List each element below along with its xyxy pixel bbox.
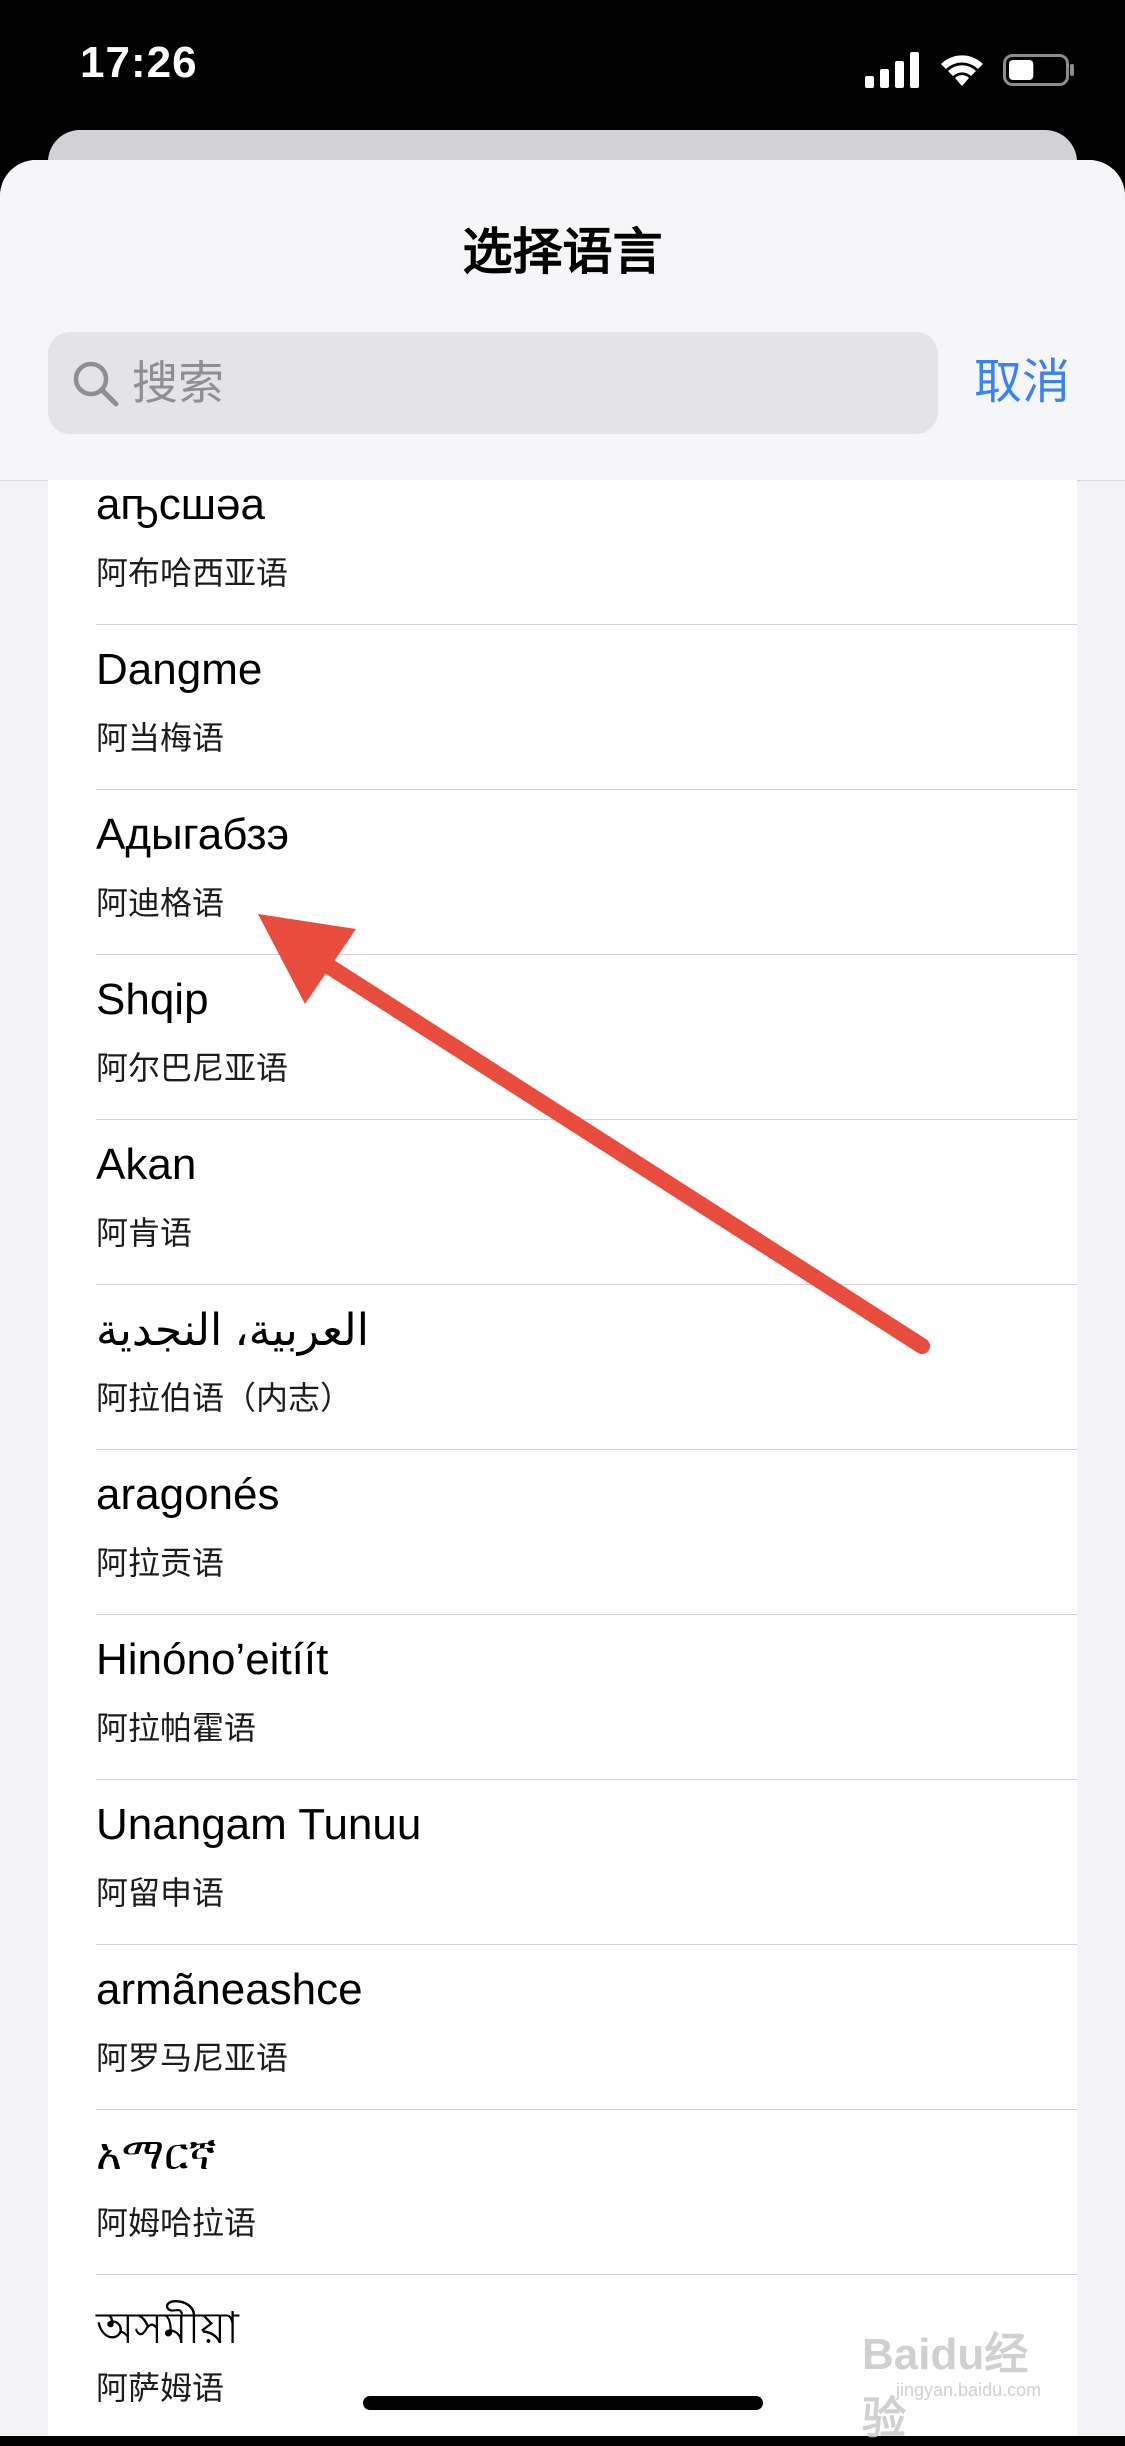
language-chinese-name: 阿当梅语	[96, 720, 225, 756]
status-bar: 17:26	[0, 0, 1125, 140]
language-row[interactable]: Dangme 阿当梅语	[48, 625, 1077, 790]
language-chinese-name: 阿拉伯语（内志）	[96, 1380, 353, 1416]
battery-icon	[1003, 54, 1074, 86]
language-native-name: armãneashce	[96, 1965, 363, 2014]
search-input[interactable]	[132, 332, 922, 434]
language-native-name: Dangme	[96, 645, 263, 694]
watermark-sub: jingyan.baidu.com	[896, 2380, 1042, 2400]
language-picker-sheet: 选择语言 取消 aҧсшәа 阿布哈西亚语 Dangme 阿当梅语 Адыгабзэ 阿迪…	[0, 160, 1125, 2436]
language-row[interactable]: Адыгабзэ 阿迪格语	[48, 790, 1077, 955]
sheet-header: 选择语言 取消	[0, 160, 1125, 481]
language-chinese-name: 阿肯语	[96, 1215, 193, 1251]
search-icon	[73, 361, 119, 407]
language-chinese-name: 阿拉贡语	[96, 1545, 225, 1581]
language-native-name: aҧсшәа	[96, 480, 265, 529]
language-native-name: Unangam Tunuu	[96, 1800, 422, 1849]
language-row[interactable]: aragonés 阿拉贡语	[48, 1450, 1077, 1615]
language-native-name: العربية، النجدية	[96, 1306, 369, 1355]
language-row[interactable]: Hinóno’eitíít 阿拉帕霍语	[48, 1615, 1077, 1780]
battery-level-fill	[1009, 60, 1034, 80]
language-row[interactable]: Shqip 阿尔巴尼亚语	[48, 955, 1077, 1120]
language-native-name: অসমীয়া	[96, 2304, 239, 2353]
language-row[interactable]: العربية، النجدية 阿拉伯语（内志）	[48, 1285, 1077, 1450]
language-native-name: Hinóno’eitíít	[96, 1635, 329, 1684]
status-time: 17:26	[80, 38, 198, 87]
language-native-name: aragonés	[96, 1470, 280, 1519]
language-chinese-name: 阿拉帕霍语	[96, 1710, 257, 1746]
language-row[interactable]: armãneashce 阿罗马尼亚语	[48, 1945, 1077, 2110]
home-indicator	[363, 2396, 763, 2410]
language-chinese-name: 阿迪格语	[96, 885, 225, 921]
language-chinese-name: 阿萨姆语	[96, 2370, 225, 2406]
language-chinese-name: 阿布哈西亚语	[96, 555, 289, 591]
language-list[interactable]: aҧсшәа 阿布哈西亚语 Dangme 阿当梅语 Адыгабзэ 阿迪格语 Shqip 阿…	[48, 480, 1077, 2436]
language-row[interactable]: aҧсшәа 阿布哈西亚语	[48, 480, 1077, 625]
search-field[interactable]	[48, 332, 938, 434]
language-chinese-name: 阿留申语	[96, 1875, 225, 1911]
language-chinese-name: 阿罗马尼亚语	[96, 2040, 289, 2076]
language-native-name: አማርኛ	[96, 2130, 217, 2179]
status-icons	[865, 48, 1077, 92]
sheet-title: 选择语言	[462, 224, 663, 280]
language-row[interactable]: አማርኛ 阿姆哈拉语	[48, 2110, 1077, 2275]
language-chinese-name: 阿姆哈拉语	[96, 2205, 257, 2241]
baidu-watermark: Baidu经验 jingyan.baidu.com	[862, 2318, 1072, 2443]
language-native-name: Akan	[96, 1140, 197, 1189]
cellular-signal-icon	[865, 52, 919, 88]
language-row[interactable]: Akan 阿肯语	[48, 1120, 1077, 1285]
language-row[interactable]: Unangam Tunuu 阿留申语	[48, 1780, 1077, 1945]
wifi-icon	[941, 55, 983, 86]
language-native-name: Shqip	[96, 975, 209, 1024]
language-native-name: Адыгабзэ	[96, 810, 290, 859]
language-chinese-name: 阿尔巴尼亚语	[96, 1050, 289, 1086]
cancel-button[interactable]: 取消	[974, 332, 1070, 434]
